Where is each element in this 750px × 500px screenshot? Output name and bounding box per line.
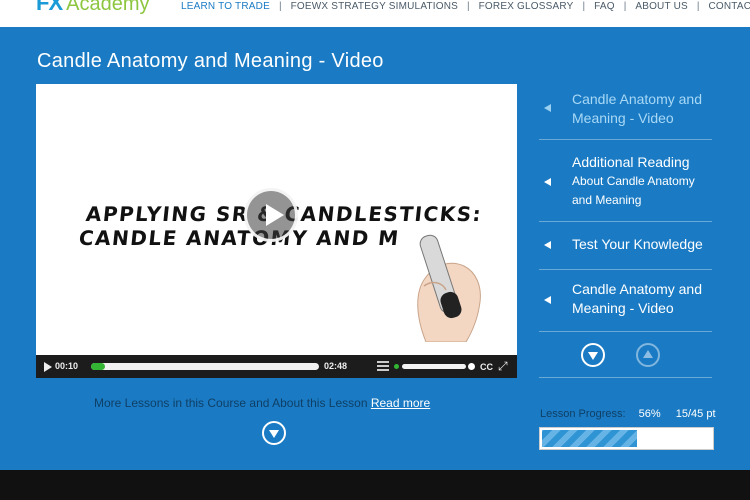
duration: 02:48 xyxy=(324,361,348,371)
more-lessons-text: More Lessons in this Course and About th… xyxy=(94,396,368,410)
nav-forex-glossary[interactable]: FOREX GLOSSARY xyxy=(479,1,574,12)
fx-academy-logo[interactable]: FX Academy xyxy=(36,0,150,16)
play-button[interactable] xyxy=(244,188,298,242)
progress-points: 15/45 pt xyxy=(675,408,716,420)
seek-bar[interactable] xyxy=(91,363,319,370)
volume-indicator-icon xyxy=(394,364,399,369)
nav-separator: | xyxy=(467,0,470,12)
current-time: 00:10 xyxy=(55,361,79,371)
progress-label-text: Lesson Progress: xyxy=(540,408,626,420)
nav-strategy-simulations[interactable]: FOEWX STRATEGY SIMULATIONS xyxy=(291,1,458,12)
sidebar-scroll-controls xyxy=(539,332,712,378)
nav-separator: | xyxy=(696,0,700,12)
sidebar-item-additional-reading[interactable]: Additional Reading About Candle Anatomy … xyxy=(539,140,712,222)
sidebar-item-label: Candle Anatomy and Meaning - Video xyxy=(572,91,702,126)
playlist-menu-icon[interactable] xyxy=(377,361,389,371)
sidebar-item-candle-anatomy-video[interactable]: Candle Anatomy and Meaning - Video xyxy=(539,84,712,140)
progress-percent: 56% xyxy=(638,408,661,420)
read-more-link[interactable]: Read more xyxy=(371,396,430,410)
nav-separator: | xyxy=(278,0,282,12)
top-header: FX Academy LEARN TO TRADE | FOEWX STRATE… xyxy=(0,0,750,27)
footer xyxy=(0,470,750,500)
arrow-left-icon xyxy=(544,178,551,186)
page-title: Candle Anatomy and Meaning - Video xyxy=(37,50,384,72)
progress-bar-fill xyxy=(542,430,637,447)
drawing-hand-illustration xyxy=(417,234,481,342)
arrow-left-icon xyxy=(544,296,551,304)
more-lessons-line: More Lessons in this Course and About th… xyxy=(94,396,430,410)
volume-slider[interactable] xyxy=(402,364,466,369)
lesson-progress-bar xyxy=(539,427,714,450)
arrow-left-icon xyxy=(544,104,551,112)
scroll-up-button[interactable] xyxy=(636,343,660,367)
seek-progress xyxy=(91,363,105,370)
play-icon[interactable] xyxy=(44,362,52,372)
volume-knob[interactable] xyxy=(468,363,475,370)
scroll-down-button[interactable] xyxy=(581,343,605,367)
sidebar-item-label: Test Your Knowledge xyxy=(572,236,703,252)
video-controls: 00:10 02:48 CC ⤢ xyxy=(36,355,517,378)
sidebar-item-label: Candle Anatomy and Meaning - Video xyxy=(572,281,702,316)
logo-academy: Academy xyxy=(66,0,150,15)
sidebar-item-candle-anatomy-video-2[interactable]: Candle Anatomy and Meaning - Video xyxy=(539,270,712,332)
sidebar-item-test-knowledge[interactable]: Test Your Knowledge xyxy=(539,222,712,270)
nav-faq[interactable]: FAQ xyxy=(594,1,615,12)
lesson-progress-label: Lesson Progress: 56% 15/45 pt xyxy=(540,408,716,420)
nav-contact-us[interactable]: CONTACT US xyxy=(708,1,750,12)
fullscreen-icon[interactable]: ⤢ xyxy=(498,360,508,372)
nav-separator: | xyxy=(623,0,627,12)
nav-about-us[interactable]: ABOUT US xyxy=(635,1,688,12)
arrow-left-icon xyxy=(544,241,551,249)
nav-learn-to-trade[interactable]: LEARN TO TRADE xyxy=(181,1,270,12)
main-nav: LEARN TO TRADE | FOEWX STRATEGY SIMULATI… xyxy=(181,0,750,12)
expand-down-button[interactable] xyxy=(262,421,286,445)
video-text-line2: CANDLE ANATOMY AND M xyxy=(77,226,401,250)
closed-captions-button[interactable]: CC xyxy=(480,362,493,372)
logo-fx: FX xyxy=(36,0,63,15)
sidebar-item-label: Additional Reading About Candle Anatomy … xyxy=(572,154,695,207)
nav-separator: | xyxy=(582,0,586,12)
